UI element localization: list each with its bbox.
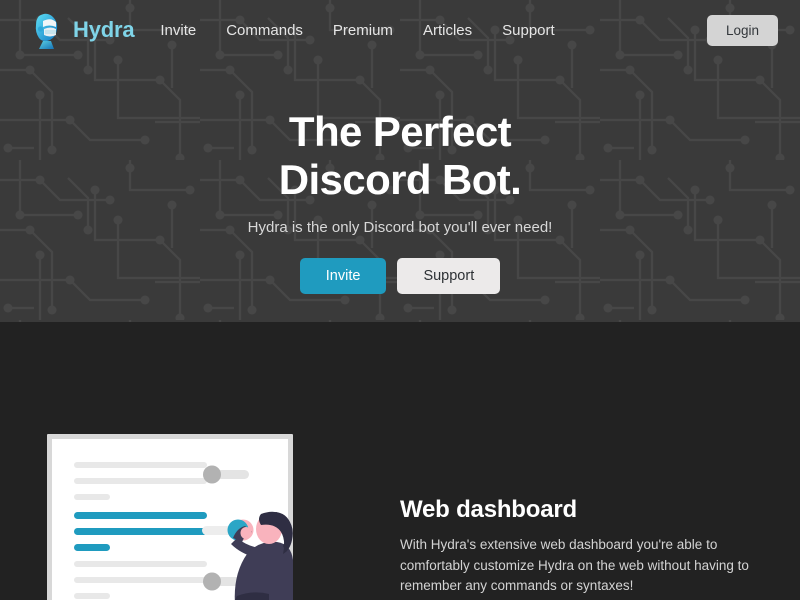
brand-name: Hydra <box>73 17 135 42</box>
feature-title: Web dashboard <box>400 496 577 523</box>
nav-links: Invite Commands Premium Articles Support <box>160 22 554 39</box>
nav-link-premium[interactable]: Premium <box>333 22 393 39</box>
navbar: Hydra Invite Commands Premium Articles S… <box>0 0 800 60</box>
web-dashboard-illustration <box>47 434 293 600</box>
hero-title: The Perfect Discord Bot. <box>0 108 800 204</box>
hero-title-line1: The Perfect <box>288 108 512 155</box>
login-button[interactable]: Login <box>706 14 778 46</box>
hero-content: The Perfect Discord Bot. Hydra is the on… <box>0 60 800 294</box>
nav-link-support[interactable]: Support <box>502 22 555 39</box>
hero-invite-button[interactable]: Invite <box>299 257 387 294</box>
nav-link-invite[interactable]: Invite <box>160 22 196 39</box>
hero-subtitle: Hydra is the only Discord bot you'll eve… <box>247 218 553 236</box>
hero-title-line2: Discord Bot. <box>278 155 522 203</box>
hero-section: Hydra Invite Commands Premium Articles S… <box>0 0 800 322</box>
brand-logo[interactable]: Hydra <box>30 10 135 50</box>
hero-actions: Invite Support <box>0 257 800 294</box>
web-dashboard-text: Web dashboard With Hydra's extensive web… <box>400 496 750 600</box>
hero-support-button[interactable]: Support <box>397 257 501 294</box>
robot-head-icon <box>35 13 58 49</box>
nav-link-commands[interactable]: Commands <box>226 22 303 39</box>
feature-description: With Hydra's extensive web dashboard you… <box>400 537 749 594</box>
web-dashboard-section: Web dashboard With Hydra's extensive web… <box>0 322 800 600</box>
nav-link-articles[interactable]: Articles <box>423 22 472 39</box>
